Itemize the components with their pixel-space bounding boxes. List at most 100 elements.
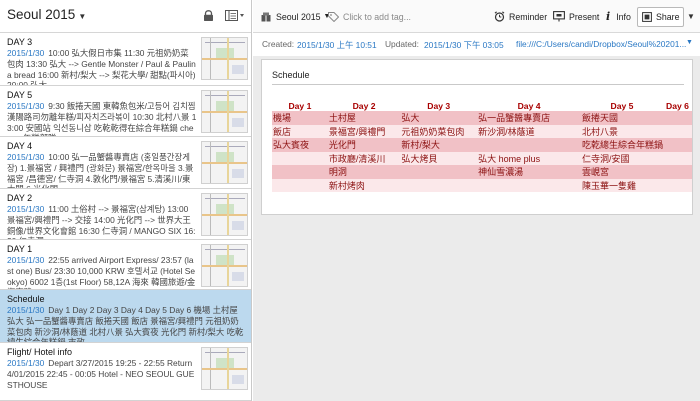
schedule-cell[interactable]: [662, 124, 692, 138]
schedule-cell[interactable]: 弘大烤貝: [400, 151, 478, 165]
schedule-cell[interactable]: [477, 138, 581, 152]
schedule-row: 弘大賓夜 光化門 新村/梨大 吃乾總生綜合年糕鍋: [272, 138, 692, 152]
add-tag-placeholder: Click to add tag...: [343, 11, 411, 22]
schedule-cell[interactable]: 神仙雪濃湯: [477, 165, 581, 179]
schedule-cell[interactable]: 市政廳/清溪川: [327, 151, 401, 165]
note-list-header: Seoul 2015 ▼: [0, 0, 251, 33]
schedule-cell[interactable]: 飯店: [272, 124, 328, 138]
note-metadata-bar: Created: 2015/1/30 上午 10:51 Updated: 201…: [253, 33, 700, 53]
schedule-cell[interactable]: 土村屋: [327, 111, 401, 125]
schedule-cell[interactable]: 光化門: [327, 138, 401, 152]
notebook-icon: [261, 12, 271, 21]
note-list-item-title: Flight/ Hotel info: [7, 347, 73, 357]
schedule-cell[interactable]: [662, 165, 692, 179]
present-button[interactable]: Present: [553, 0, 599, 33]
note-thumbnail: [201, 193, 248, 236]
note-thumbnail: [201, 37, 248, 80]
schedule-cell[interactable]: 明洞: [327, 165, 401, 179]
note-thumbnail: [201, 141, 248, 184]
schedule-cell[interactable]: 新沙洞/林蔭道: [477, 124, 581, 138]
schedule-cell[interactable]: 雲峴宮: [580, 165, 663, 179]
schedule-column-header: Day 3: [427, 100, 451, 111]
note-list-item-title: DAY 4: [7, 141, 33, 151]
notebook-title-dropdown[interactable]: Seoul 2015 ▼: [7, 7, 86, 22]
schedule-cell[interactable]: 弘大 home plus: [477, 151, 581, 165]
schedule-cell[interactable]: 吃乾總生綜合年糕鍋: [580, 138, 663, 152]
lock-icon[interactable]: [204, 10, 213, 21]
schedule-cell[interactable]: [477, 178, 581, 192]
source-url-link[interactable]: file:///C:/Users/candi/Dropbox/Seoul%202…: [516, 39, 686, 49]
schedule-cell[interactable]: 仁寺洞/安國: [580, 151, 663, 165]
note-list-item-date: 2015/1/30: [7, 305, 45, 315]
schedule-cell[interactable]: 飯捲天國: [580, 111, 663, 125]
schedule-cell[interactable]: 新村/梨大: [400, 138, 478, 152]
note-list-item-title: DAY 3: [7, 37, 33, 47]
schedule-cell[interactable]: [662, 138, 692, 152]
schedule-cell[interactable]: 弘大: [400, 111, 478, 125]
note-list-item-date: 2015/1/30: [7, 204, 45, 214]
chevron-down-icon[interactable]: ▼: [686, 39, 693, 46]
share-button[interactable]: Share: [637, 7, 684, 27]
schedule-cell[interactable]: [272, 178, 328, 192]
schedule-cell[interactable]: [662, 111, 692, 125]
reminder-button[interactable]: Reminder: [494, 0, 547, 33]
schedule-cell[interactable]: 景福宮/興禮門: [327, 124, 401, 138]
note-list-item[interactable]: DAY 4 2015/1/30 10:00 弘一品蟹醬專賣店 (홍일품간장게장) 1…: [0, 137, 251, 189]
note-list-item[interactable]: DAY 1 2015/1/30 22:55 arrived Airport Expr…: [0, 240, 251, 290]
share-label: Share: [656, 12, 680, 22]
schedule-table: Day 1 Day 2 Day 3 Day 4 Day 5 Day 6 機場 土村屋 弘大 弘一…: [272, 100, 692, 192]
schedule-cell[interactable]: 元祖奶奶菜包肉: [400, 124, 478, 138]
notebook-title: Seoul 2015: [7, 7, 76, 22]
schedule-cell[interactable]: 新村烤肉: [327, 178, 401, 192]
info-button[interactable]: i Info: [606, 0, 631, 33]
note-content[interactable]: Schedule Day 1 Day 2 Day 3 Day 4 Day 5 Day 6 …: [261, 59, 693, 215]
note-list-item-snippet: 2015/1/30 10:00 弘大假日市集 11:30 元祖奶奶菜包肉 13:3…: [7, 48, 197, 85]
schedule-cell[interactable]: 北村八景: [580, 124, 663, 138]
reminder-label: Reminder: [509, 11, 548, 22]
note-list-item-snippet: 2015/1/30 11:00 土俗村 --> 景福宮(삼계탕) 13:00 景福…: [7, 204, 197, 239]
note-list-item-date: 2015/1/30: [7, 48, 45, 58]
add-tag-field[interactable]: Click to add tag...: [328, 0, 411, 33]
presentation-screen-icon: [553, 11, 565, 22]
notebook-selector[interactable]: Seoul 2015 ▼: [261, 0, 330, 33]
note-list-item-snippet: 2015/1/30 9:30 飯捲天國 東韓魚包米/고등어 김치찜 漢陽路司勿離年…: [7, 101, 197, 136]
note-list-item[interactable]: Schedule 2015/1/30 Day 1 Day 2 Day 3 Day 4…: [0, 290, 251, 343]
note-list-pane: Seoul 2015 ▼ DAY 3 2015/1/30 10:00 弘大假日市集 1…: [0, 0, 252, 401]
note-toolbar: Seoul 2015 ▼ Click to add tag... Reminder: [253, 0, 700, 33]
schedule-column-header: Day 6: [666, 100, 689, 111]
tag-icon: [328, 11, 339, 22]
schedule-row: 市政廳/清溪川 弘大烤貝 弘大 home plus 仁寺洞/安國: [272, 151, 692, 165]
more-options-button[interactable]: ▼: [687, 0, 695, 33]
chevron-down-icon: ▼: [78, 12, 87, 21]
note-list-item[interactable]: Flight/ Hotel info 2015/1/30 Depart 3/27/2…: [0, 343, 251, 401]
note-list-item-snippet: 2015/1/30 10:00 弘一品蟹醬專賣店 (홍일품간장게장) 1.景福宮 …: [7, 152, 197, 188]
schedule-cell[interactable]: [662, 151, 692, 165]
note-list-item-snippet: 2015/1/30 Day 1 Day 2 Day 3 Day 4 Day 5 D…: [7, 305, 247, 342]
note-list-item[interactable]: DAY 3 2015/1/30 10:00 弘大假日市集 11:30 元祖奶奶菜包肉…: [0, 33, 251, 86]
note-list-item-date: 2015/1/30: [7, 152, 45, 162]
schedule-column-header: Day 5: [610, 100, 634, 111]
schedule-column-header: Day 2: [352, 100, 376, 111]
note-list-item-date: 2015/1/30: [7, 255, 45, 265]
schedule-cell[interactable]: 弘一品蟹醬專賣店: [477, 111, 581, 125]
note-list-item-date: 2015/1/30: [7, 101, 45, 111]
schedule-cell[interactable]: 陳玉華一隻雞: [580, 178, 663, 192]
schedule-cell[interactable]: [272, 151, 328, 165]
note-list-item-title: DAY 5: [7, 90, 33, 100]
schedule-cell[interactable]: 機場: [272, 111, 328, 125]
note-list-item[interactable]: DAY 5 2015/1/30 9:30 飯捲天國 東韓魚包米/고등어 김치찜 漢陽…: [0, 86, 251, 137]
schedule-cell[interactable]: [272, 165, 328, 179]
updated-date: 2015/1/30 下午 03:05: [424, 40, 504, 50]
schedule-cell[interactable]: [400, 178, 478, 192]
schedule-cell[interactable]: [662, 178, 692, 192]
schedule-cell[interactable]: 弘大賓夜: [272, 138, 328, 152]
share-icon: [642, 12, 652, 22]
alarm-clock-icon: [494, 11, 505, 22]
schedule-cell[interactable]: [400, 165, 478, 179]
schedule-row: 新村烤肉 陳玉華一隻雞: [272, 178, 692, 192]
view-options-icon[interactable]: [225, 10, 245, 21]
note-list-item-snippet: 2015/1/30 22:55 arrived Airport Express/ …: [7, 255, 197, 289]
divider: [272, 84, 684, 85]
schedule-row: 明洞 神仙雪濃湯 雲峴宮: [272, 165, 692, 179]
note-list-item[interactable]: DAY 2 2015/1/30 11:00 土俗村 --> 景福宮(삼계탕) 13:…: [0, 189, 251, 240]
